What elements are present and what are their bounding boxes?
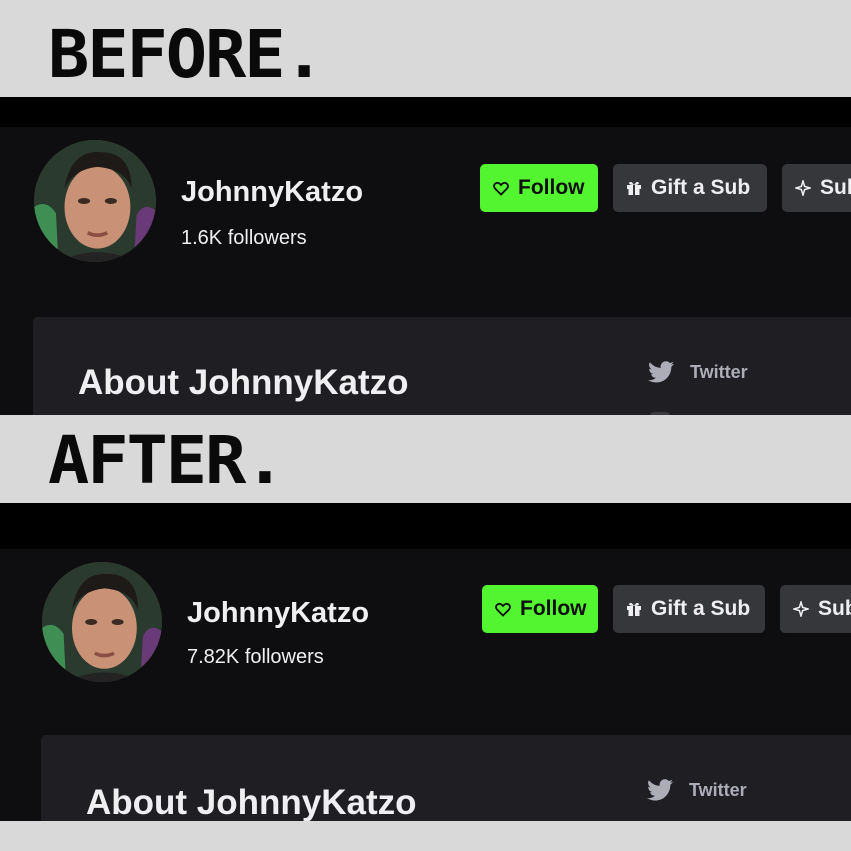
avatar-photo	[42, 562, 162, 682]
follow-button-label: Follow	[520, 597, 587, 620]
after-heading: AFTER.	[48, 422, 286, 499]
about-card: About JohnnyKatzo Twitter	[41, 735, 851, 821]
twitter-link[interactable]: Twitter	[648, 361, 748, 383]
subscribe-button-label: Sub	[818, 597, 851, 620]
subscribe-button[interactable]: Sub	[782, 164, 851, 212]
twitter-label: Twitter	[690, 361, 748, 382]
before-channel-panel: JohnnyKatzo 1.6K followers Follow Gift a…	[0, 97, 851, 415]
top-nav-bar	[0, 503, 851, 549]
top-nav-bar	[0, 97, 851, 127]
heart-icon	[493, 181, 509, 196]
about-card: About JohnnyKatzo Twitter	[33, 317, 851, 415]
about-title: About JohnnyKatzo	[78, 363, 409, 402]
twitter-bird-icon	[648, 361, 674, 383]
twitter-label: Twitter	[689, 779, 747, 800]
social-icon-partial	[650, 412, 670, 415]
avatar[interactable]	[34, 140, 156, 262]
follow-button[interactable]: Follow	[480, 164, 598, 212]
follower-count: 1.6K followers	[181, 227, 307, 249]
sparkle-icon	[793, 601, 809, 617]
about-title: About JohnnyKatzo	[86, 783, 417, 821]
sparkle-icon	[795, 180, 811, 196]
avatar-photo	[34, 140, 156, 262]
avatar[interactable]	[42, 562, 162, 682]
heart-icon	[495, 602, 511, 617]
before-heading: BEFORE.	[48, 16, 325, 93]
follow-button[interactable]: Follow	[482, 585, 598, 633]
channel-name[interactable]: JohnnyKatzo	[181, 176, 363, 209]
gift-sub-button[interactable]: Gift a Sub	[613, 585, 765, 633]
twitter-bird-icon	[647, 779, 673, 801]
gift-sub-button-label: Gift a Sub	[651, 176, 751, 199]
gift-icon	[627, 181, 641, 195]
after-channel-panel: JohnnyKatzo 7.82K followers Follow Gift …	[0, 503, 851, 821]
follower-count: 7.82K followers	[187, 646, 324, 668]
gift-sub-button-label: Gift a Sub	[651, 597, 751, 620]
twitter-link[interactable]: Twitter	[647, 779, 747, 801]
gift-sub-button[interactable]: Gift a Sub	[613, 164, 767, 212]
subscribe-button[interactable]: Sub	[780, 585, 851, 633]
follow-button-label: Follow	[518, 176, 585, 199]
channel-name[interactable]: JohnnyKatzo	[187, 597, 369, 630]
gift-icon	[627, 602, 641, 616]
subscribe-button-label: Sub	[820, 176, 851, 199]
